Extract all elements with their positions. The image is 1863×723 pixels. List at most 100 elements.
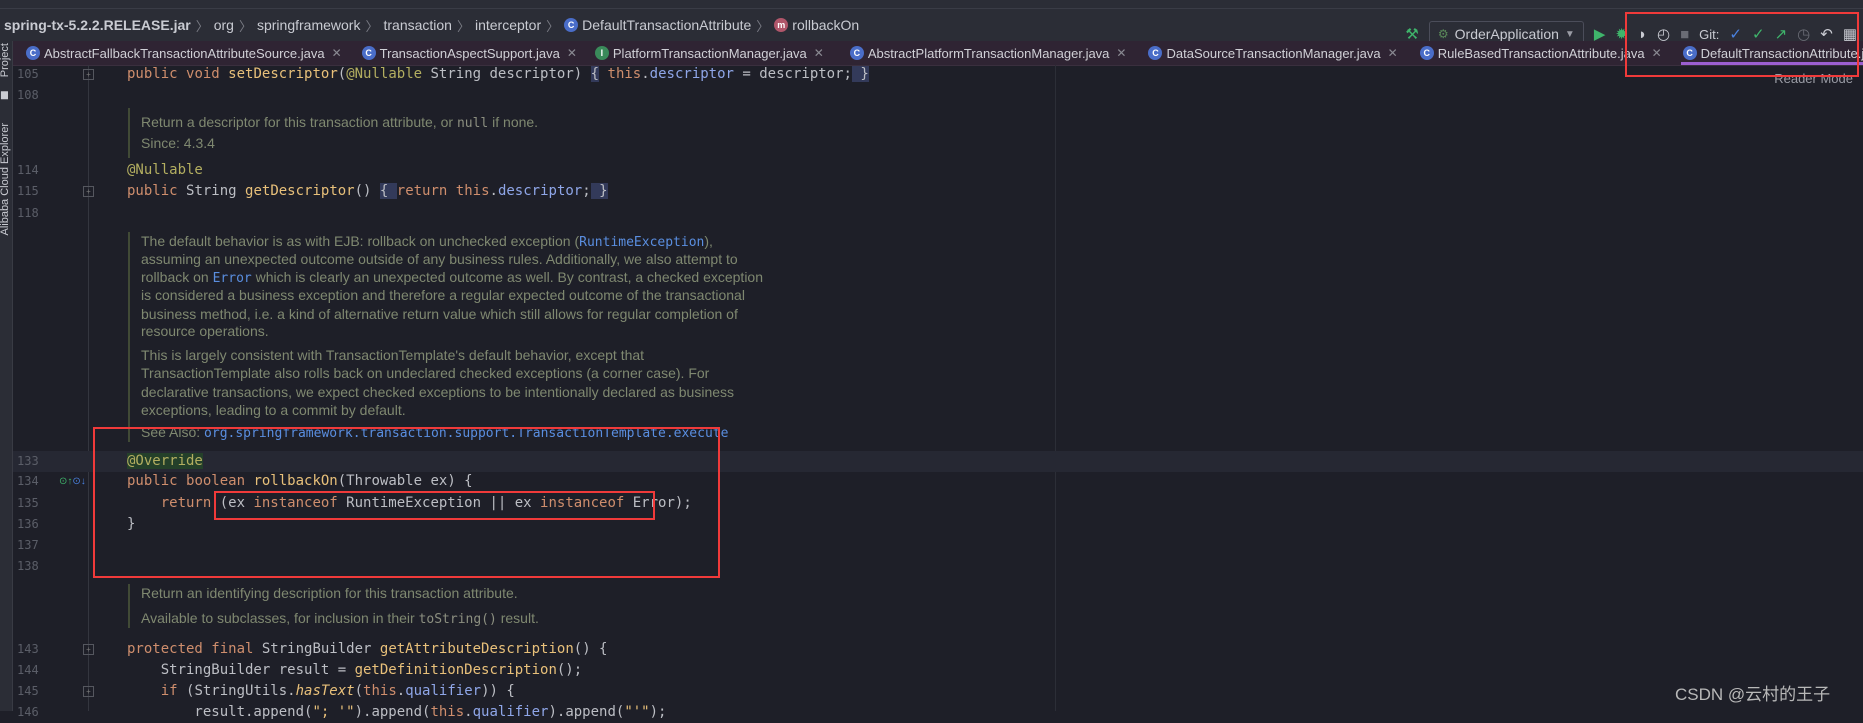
line-number: 114 bbox=[17, 163, 39, 177]
tab-transactionaspectsupport[interactable]: C TransactionAspectSupport.java ✕ bbox=[354, 41, 583, 65]
doc-text: result. bbox=[496, 610, 539, 626]
code-token: "'" bbox=[624, 704, 650, 720]
menu-bar bbox=[0, 0, 1863, 9]
fold-toggle-icon[interactable]: + bbox=[83, 644, 94, 655]
code-text: protected final StringBuilder getAttribu… bbox=[127, 639, 607, 660]
overridden-icon[interactable]: ⊙↓ bbox=[72, 476, 85, 487]
line-number: 133 bbox=[17, 454, 39, 468]
code-token: "; '" bbox=[312, 704, 355, 720]
doc-link[interactable]: org.springframework.transaction.support.… bbox=[204, 426, 728, 441]
tab-rulebasedtransactionattribute[interactable]: C RuleBasedTransactionAttribute.java ✕ bbox=[1412, 41, 1668, 65]
doc-text: This is largely consistent with Transact… bbox=[141, 347, 645, 363]
chevron-down-icon: ▼ bbox=[1564, 28, 1575, 40]
breadcrumb-class[interactable]: DefaultTransactionAttribute bbox=[582, 17, 751, 33]
breadcrumb-part[interactable]: org bbox=[214, 17, 234, 33]
tab-label: RuleBasedTransactionAttribute.java bbox=[1437, 45, 1645, 61]
code-line[interactable]: 108 bbox=[13, 85, 1863, 106]
code-line[interactable]: 145 + if (StringUtils.hasText(this.qualif… bbox=[13, 681, 1863, 702]
code-token: this bbox=[363, 683, 397, 699]
breadcrumb-part[interactable]: interceptor bbox=[475, 17, 541, 33]
code-token: protected bbox=[127, 641, 212, 657]
line-number: 108 bbox=[17, 88, 39, 102]
code-token: public bbox=[127, 66, 187, 82]
code-token: ; bbox=[582, 183, 591, 199]
tab-abstractplatformtransactionmanager[interactable]: C AbstractPlatformTransactionManager.java… bbox=[842, 41, 1133, 65]
fold-toggle-icon[interactable]: + bbox=[83, 186, 94, 197]
close-tab-icon[interactable]: ✕ bbox=[1652, 46, 1662, 60]
implements-icon[interactable]: ⊙↑ bbox=[59, 476, 72, 487]
tab-label: PlatformTransactionManager.java bbox=[612, 45, 807, 61]
tab-platformtransactionmanager[interactable]: I PlatformTransactionManager.java ✕ bbox=[587, 41, 830, 65]
code-token: . bbox=[489, 183, 498, 199]
code-token: getAttributeDescription bbox=[379, 641, 574, 657]
code-line[interactable]: 118 bbox=[13, 203, 1863, 224]
run-config-label: OrderApplication bbox=[1454, 26, 1559, 42]
fold-toggle-icon[interactable]: + bbox=[83, 69, 94, 80]
line-number: 146 bbox=[17, 705, 39, 719]
alibaba-cloud-explorer-button[interactable]: Alibaba Cloud Explorer bbox=[0, 123, 11, 236]
interface-icon: I bbox=[594, 46, 609, 60]
doc-text: TransactionTemplate also rolls back on u… bbox=[141, 365, 710, 381]
navigation-bar: spring-tx-5.2.2.RELEASE.jar 〉 org 〉 spring… bbox=[0, 9, 1863, 47]
doc-line: is considered a business exception and t… bbox=[141, 286, 745, 304]
code-line[interactable]: 105 + public void setDescriptor(@Nullable … bbox=[13, 64, 1863, 85]
code-token: @Override bbox=[127, 453, 203, 469]
code-token: StringBuilder bbox=[261, 641, 380, 657]
code-token: getDefinitionDescription bbox=[354, 662, 557, 678]
code-token: getDescriptor bbox=[245, 183, 355, 199]
close-tab-icon[interactable]: ✕ bbox=[1116, 46, 1126, 60]
code-text: result.append("; '").append(this.qualifi… bbox=[127, 702, 666, 723]
code-token: ); bbox=[649, 704, 667, 720]
code-line[interactable]: 137 bbox=[13, 535, 1863, 556]
breadcrumb-part[interactable]: springframework bbox=[257, 17, 360, 33]
class-icon: C bbox=[1682, 46, 1697, 60]
coverage-icon[interactable]: ◗ bbox=[1638, 26, 1647, 43]
doc-text: which is clearly an unexpected outcome a… bbox=[251, 269, 764, 285]
code-token: boolean bbox=[186, 473, 254, 489]
line-number: 105 bbox=[17, 67, 39, 81]
code-token: @Nullable bbox=[346, 66, 431, 82]
code-token: void bbox=[186, 66, 229, 82]
code-token: return bbox=[127, 495, 220, 511]
code-text: public boolean rollbackOn(Throwable ex) … bbox=[127, 471, 473, 492]
code-line[interactable]: 144 StringBuilder result = getDefinition… bbox=[13, 660, 1863, 681]
code-token: (); bbox=[556, 662, 583, 678]
code-line[interactable]: 143 + protected final StringBuilder getAtt… bbox=[13, 639, 1863, 660]
breadcrumb-part[interactable]: transaction bbox=[383, 17, 451, 33]
tab-datasourcetransactionmanager[interactable]: C DataSourceTransactionManager.java ✕ bbox=[1140, 41, 1403, 65]
code-token: (StringUtils. bbox=[186, 683, 296, 699]
close-tab-icon[interactable]: ✕ bbox=[567, 46, 577, 60]
code-line[interactable]: 115 + public String getDescriptor() { retu… bbox=[13, 181, 1863, 202]
code-line[interactable]: 114 @Nullable bbox=[13, 160, 1863, 181]
code-line[interactable]: 138 bbox=[13, 556, 1863, 577]
doc-text: resource operations. bbox=[141, 323, 269, 339]
class-icon: C bbox=[564, 18, 579, 32]
code-line[interactable]: 133 @Override bbox=[13, 451, 1863, 472]
stop-icon[interactable]: ■ bbox=[1680, 26, 1689, 43]
close-tab-icon[interactable]: ✕ bbox=[1388, 46, 1398, 60]
project-panel-button[interactable]: Project bbox=[0, 43, 11, 77]
close-tab-icon[interactable]: ✕ bbox=[814, 46, 824, 60]
breadcrumb-jar[interactable]: spring-tx-5.2.2.RELEASE.jar bbox=[4, 17, 191, 33]
fold-toggle-icon[interactable]: + bbox=[83, 686, 94, 697]
line-number: 137 bbox=[17, 538, 39, 552]
close-tab-icon[interactable]: ✕ bbox=[332, 46, 342, 60]
doc-link[interactable]: Error bbox=[213, 271, 252, 286]
code-token: public bbox=[127, 473, 187, 489]
code-token: )) { bbox=[481, 683, 515, 699]
tab-defaulttransactionattribute[interactable]: CDefaultTransactionAttribute.java✕ bbox=[1675, 41, 1863, 65]
code-token: hasText bbox=[295, 683, 355, 699]
code-token: } bbox=[590, 183, 608, 199]
doc-text: ), bbox=[704, 233, 713, 249]
code-line[interactable]: 146 result.append("; '").append(this.qua… bbox=[13, 702, 1863, 723]
code-text: @Nullable bbox=[127, 160, 203, 181]
tab-abstractfallbacktransactionattributesource[interactable]: C AbstractFallbackTransactionAttributeSou… bbox=[18, 41, 348, 65]
doc-line: See Also: org.springframework.transactio… bbox=[141, 423, 728, 443]
doc-link[interactable]: RuntimeException bbox=[579, 235, 704, 250]
code-line[interactable]: 135 return (ex instanceof RuntimeExcepti… bbox=[13, 493, 1863, 514]
code-token: this bbox=[607, 66, 642, 82]
code-line[interactable]: 136} bbox=[13, 514, 1863, 535]
code-line[interactable]: 134 ⊙↑⊙↓ public boolean rollbackOn(Throwab… bbox=[13, 471, 1863, 492]
doc-text: Return an identifying description for th… bbox=[141, 585, 518, 601]
breadcrumb-method[interactable]: rollbackOn bbox=[792, 17, 859, 33]
